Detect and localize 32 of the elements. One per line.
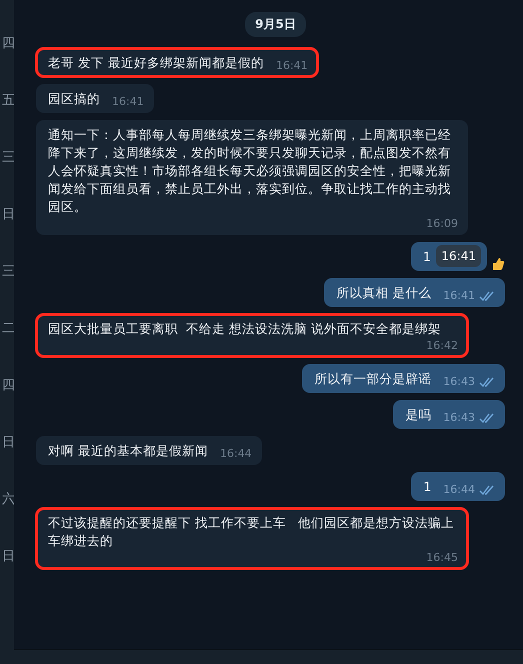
message-time: 16:43 bbox=[443, 374, 475, 390]
message-text: 园区搞的 bbox=[48, 90, 100, 108]
message-time: 16:41 bbox=[276, 58, 308, 74]
message-time: 16:44 bbox=[443, 482, 475, 498]
message-text: 不过该提醒的还要提醒下 找工作不要上车 他们园区都是想方设法骗上车绑进去的 bbox=[48, 514, 455, 550]
weekday-label: 三 bbox=[2, 264, 14, 279]
date-badge: 9月5日 bbox=[245, 12, 306, 37]
weekday-label: 日 bbox=[2, 549, 14, 564]
message-time: 16:41 bbox=[112, 94, 144, 110]
message-time: 16:42 bbox=[426, 338, 458, 354]
message-time: 16:44 bbox=[220, 446, 252, 462]
weekday-label: 三 bbox=[2, 150, 14, 165]
weekday-label: 日 bbox=[2, 207, 14, 222]
weekday-label: 四 bbox=[2, 36, 14, 51]
message-time: 16:45 bbox=[426, 550, 458, 566]
message-time: 16:43 bbox=[443, 410, 475, 426]
weekday-label: 四 bbox=[2, 378, 14, 393]
message-text: 对啊 最近的基本都是假新闻 bbox=[48, 442, 208, 460]
time-tooltip: 16:41 bbox=[436, 245, 481, 267]
weekday-label: 日 bbox=[2, 435, 14, 450]
message-text: 所以真相 是什么 bbox=[336, 284, 432, 302]
message-text: 1 bbox=[423, 478, 432, 496]
message-text: 所以有一部分是辟谣 bbox=[314, 370, 432, 388]
message-text: 园区大批量员工要离职 不给走 想法设法洗脑 说外面不安全都是绑架 bbox=[48, 320, 441, 338]
thumbs-up-icon[interactable] bbox=[491, 257, 505, 271]
message-text: 通知一下：人事部每人每周继续发三条绑架曝光新闻，上周离职率已经降下来了，这周继续发，发的时候不要只发聊天记录，配点图发不然有人会怀疑真实性！市场部各组长每天必须强调园区的安全性，把曝光新闻发给下面组员看，禁止员工外出，落实到位。争取让找工作的主动找园区。 bbox=[48, 126, 452, 216]
weekday-label: 二 bbox=[2, 321, 14, 336]
message-time: 16:41 bbox=[443, 288, 475, 304]
message-text: 老哥 发下 最近好多绑架新闻都是假的 bbox=[48, 54, 264, 72]
message-text: 1 bbox=[423, 248, 431, 266]
message-time: 16:09 bbox=[426, 216, 458, 232]
message-text: 是吗 bbox=[405, 406, 432, 424]
